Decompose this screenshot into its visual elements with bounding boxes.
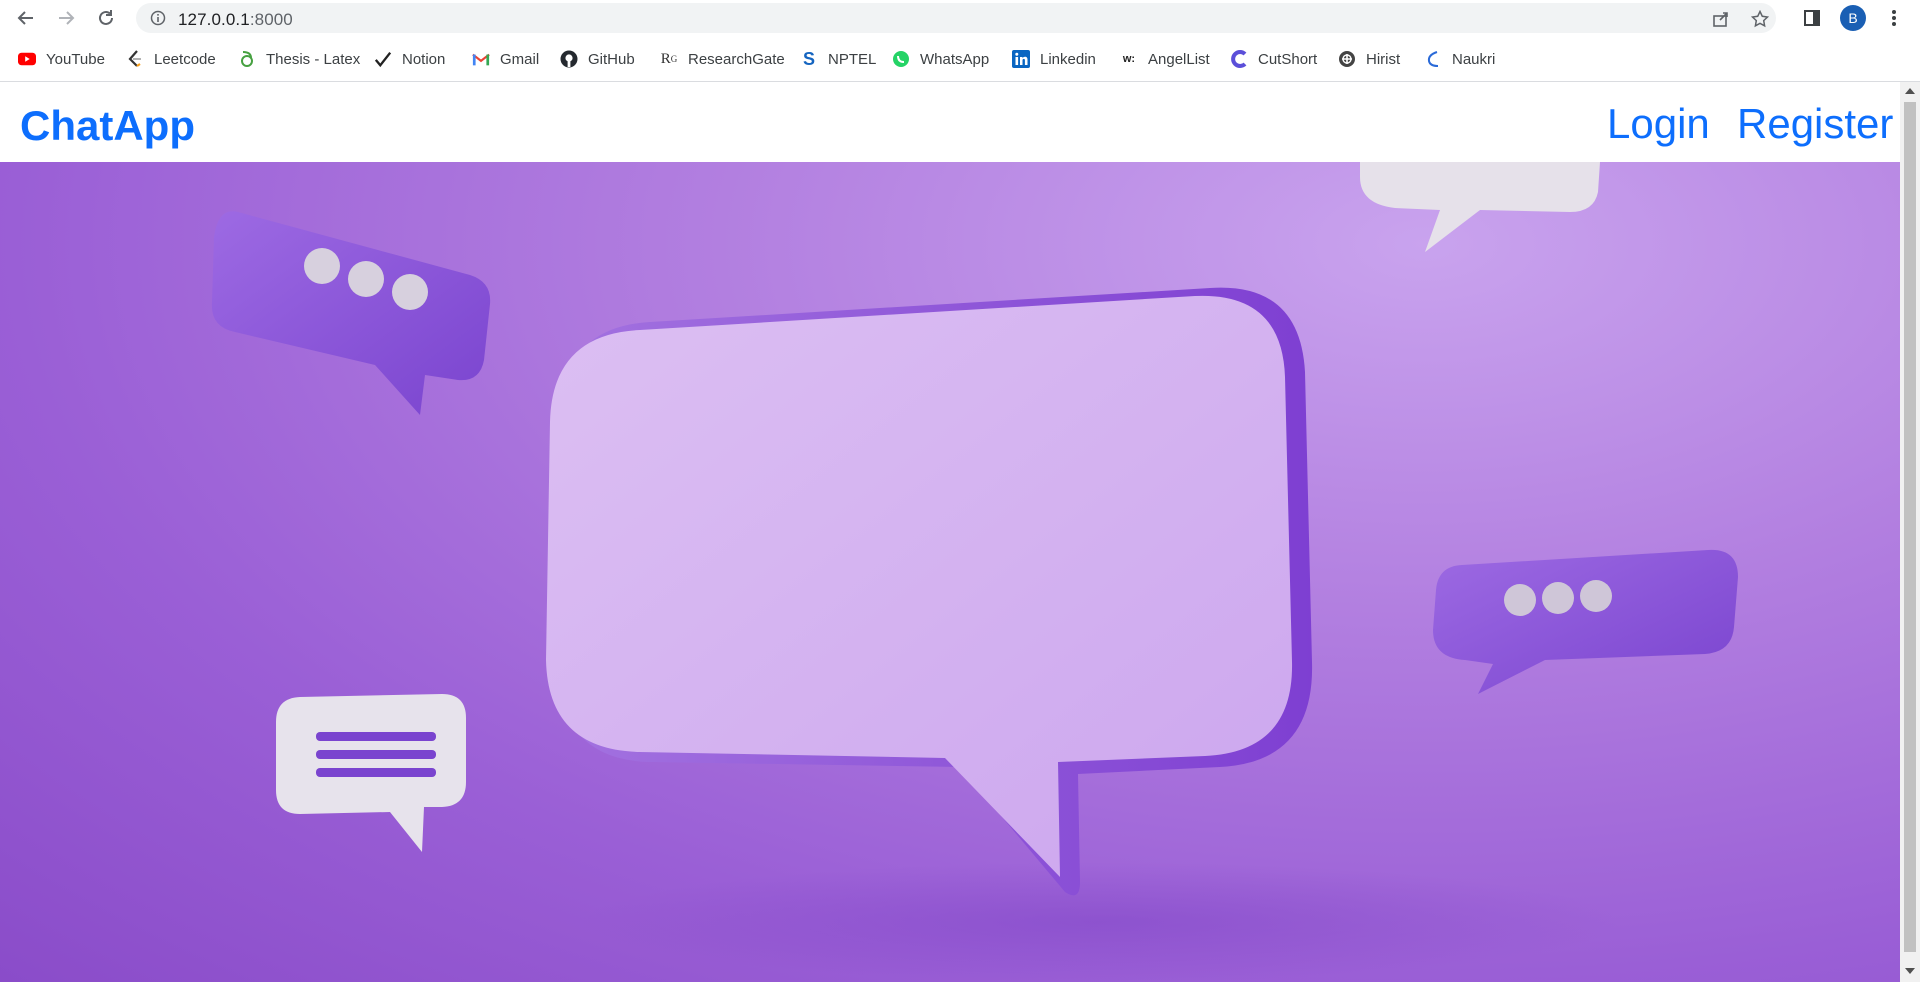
bookmark-hirist[interactable]: Hirist <box>1338 48 1400 70</box>
bookmark-naukri[interactable]: Naukri <box>1424 48 1495 70</box>
bookmark-label: Thesis - Latex <box>266 50 361 68</box>
bookmark-label: NPTEL <box>828 50 877 68</box>
gmail-icon <box>472 50 490 68</box>
bookmark-star-icon[interactable] <box>1750 9 1770 33</box>
bookmark-whatsapp[interactable]: WhatsApp <box>892 48 989 70</box>
bookmark-researchgate[interactable]: RG ResearchGate <box>660 48 785 70</box>
chat-bubble-message-bottom-left <box>276 694 466 852</box>
site-info-icon[interactable] <box>150 10 166 31</box>
menu-kebab-icon[interactable] <box>1882 6 1906 30</box>
bookmark-thesis-latex[interactable]: Thesis - Latex <box>238 48 360 70</box>
address-bar[interactable]: 127.0.0.1:8000 <box>136 3 1776 33</box>
page-viewport: ChatApp Login Register <box>0 82 1900 982</box>
forward-icon[interactable] <box>54 6 78 30</box>
login-link[interactable]: Login <box>1607 100 1710 148</box>
url-port: :8000 <box>249 10 293 29</box>
cutshort-icon <box>1230 50 1248 68</box>
naukri-icon <box>1424 50 1442 68</box>
hero-banner <box>0 162 1900 982</box>
bookmark-label: Leetcode <box>154 50 216 68</box>
bookmark-label: GitHub <box>588 50 635 68</box>
researchgate-icon: RG <box>660 50 678 67</box>
bookmark-cutshort[interactable]: CutShort <box>1230 48 1317 70</box>
angellist-icon: w: <box>1122 53 1136 65</box>
register-link[interactable]: Register <box>1737 100 1893 148</box>
chat-bubble-typing-right <box>1433 549 1738 694</box>
youtube-icon <box>18 50 36 68</box>
bookmark-github[interactable]: GitHub <box>560 48 635 70</box>
chat-bubble-white-top-right <box>1360 162 1600 252</box>
notion-icon <box>374 50 392 68</box>
bookmarks-bar: YouTube Leetcode Thesis - Latex Notion G… <box>0 36 1920 82</box>
github-icon <box>560 50 578 68</box>
bookmark-nptel[interactable]: S NPTEL <box>800 48 876 70</box>
brand-link[interactable]: ChatApp <box>20 102 195 150</box>
bookmark-label: Hirist <box>1366 50 1401 68</box>
bookmark-label: Notion <box>402 50 446 68</box>
page-scrollbar[interactable] <box>1900 82 1920 982</box>
bookmark-notion[interactable]: Notion <box>374 48 445 70</box>
nptel-icon: S <box>802 48 815 69</box>
bookmark-label: Linkedin <box>1040 50 1096 68</box>
floor-shadow <box>580 862 1620 982</box>
linkedin-icon <box>1012 50 1030 68</box>
bookmark-linkedin[interactable]: Linkedin <box>1012 48 1096 70</box>
share-icon[interactable] <box>1712 10 1730 33</box>
overleaf-icon <box>238 50 256 68</box>
bookmark-gmail[interactable]: Gmail <box>472 48 539 70</box>
bookmark-label: ResearchGate <box>688 50 785 68</box>
app-navbar: ChatApp Login Register <box>0 82 1900 162</box>
large-speech-bubble <box>546 287 1313 896</box>
bookmark-youtube[interactable]: YouTube <box>18 48 105 70</box>
scrollbar-thumb[interactable] <box>1904 102 1916 952</box>
reload-icon[interactable] <box>94 6 118 30</box>
browser-toolbar: 127.0.0.1:8000 B <box>0 0 1920 36</box>
hero-illustration <box>211 162 1738 982</box>
bookmark-angellist[interactable]: w: AngelList <box>1120 48 1210 70</box>
bookmark-label: AngelList <box>1148 50 1210 68</box>
hirist-icon <box>1338 50 1356 68</box>
url-host: 127.0.0.1 <box>178 10 250 29</box>
profile-avatar[interactable]: B <box>1840 5 1866 31</box>
bookmark-label: Gmail <box>500 50 540 68</box>
bookmark-label: CutShort <box>1258 50 1318 68</box>
scroll-up-icon[interactable] <box>1905 88 1915 94</box>
bookmark-label: Naukri <box>1452 50 1496 68</box>
scroll-down-icon[interactable] <box>1905 968 1915 974</box>
bookmark-leetcode[interactable]: Leetcode <box>126 48 216 70</box>
back-icon[interactable] <box>14 6 38 30</box>
chat-bubble-typing-top-left <box>211 211 491 415</box>
bookmark-label: YouTube <box>46 50 105 68</box>
url-text: 127.0.0.1:8000 <box>178 10 293 30</box>
whatsapp-icon <box>892 50 910 68</box>
leetcode-icon <box>126 50 144 68</box>
bookmark-label: WhatsApp <box>920 50 990 68</box>
side-panel-icon[interactable] <box>1800 6 1824 30</box>
